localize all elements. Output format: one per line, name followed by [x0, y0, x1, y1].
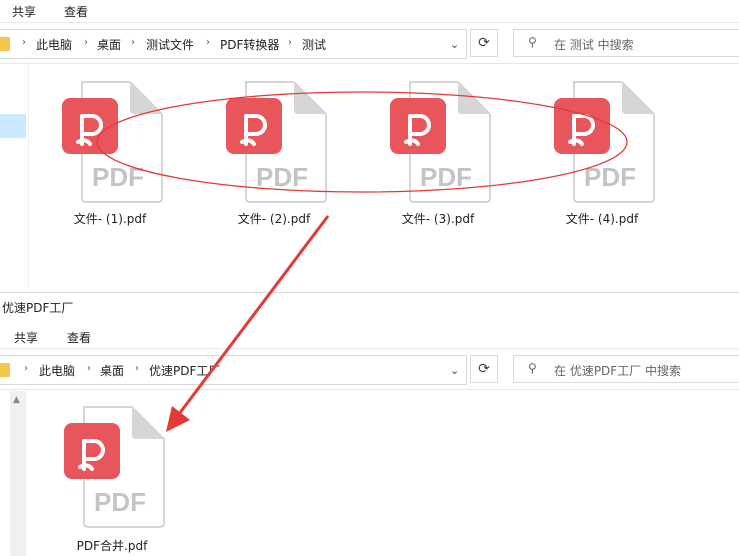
svg-text:PDF: PDF	[584, 162, 636, 192]
pdf-file-icon: PDF	[64, 406, 165, 528]
breadcrumb-separator-icon: ›	[84, 37, 88, 48]
address-bar[interactable]: › 此电脑 › 桌面 › 优速PDF工厂 ⌄	[0, 355, 467, 385]
breadcrumb-separator-icon: ›	[22, 37, 26, 48]
folder-icon	[0, 363, 10, 377]
file-item[interactable]: PDF 文件- (2).pdf	[214, 80, 334, 226]
pdf-file-icon: PDF	[62, 81, 163, 203]
pdf-file-icon: PDF	[554, 81, 655, 203]
breadcrumb-this-pc[interactable]: 此电脑	[39, 362, 75, 379]
breadcrumb-separator-icon: ›	[206, 37, 210, 48]
breadcrumb-separator-icon: ›	[288, 37, 292, 48]
address-row: › 此电脑 › 桌面 › 优速PDF工厂 ⌄ ⟳ ⚲ 在 优速PDF工厂 中搜索	[0, 348, 739, 390]
scrollbar[interactable]: ▲	[10, 391, 26, 556]
search-icon: ⚲	[528, 35, 537, 49]
svg-text:PDF: PDF	[256, 162, 308, 192]
breadcrumb-separator-icon: ›	[131, 37, 135, 48]
navigation-selected-item[interactable]	[0, 114, 26, 138]
ribbon-tab-view[interactable]: 查看	[67, 329, 91, 346]
svg-text:PDF: PDF	[94, 487, 146, 517]
search-placeholder: 在 优速PDF工厂 中搜索	[554, 364, 682, 378]
breadcrumb-desktop[interactable]: 桌面	[97, 36, 121, 53]
breadcrumb-desktop[interactable]: 桌面	[100, 362, 124, 379]
address-bar[interactable]: › 此电脑 › 桌面 › 测试文件 › PDF转换器 › 测试 ⌄	[0, 29, 467, 59]
breadcrumb-separator-icon: ›	[135, 363, 139, 374]
search-input[interactable]: ⚲ 在 优速PDF工厂 中搜索	[513, 355, 739, 383]
file-name: 文件- (3).pdf	[401, 212, 475, 226]
breadcrumb-separator-icon: ›	[24, 363, 28, 374]
file-item[interactable]: PDF 文件- (1).pdf	[50, 80, 170, 226]
search-placeholder: 在 测试 中搜索	[554, 38, 634, 52]
file-name: 文件- (2).pdf	[237, 212, 311, 226]
file-item[interactable]: PDF PDF合并.pdf	[52, 405, 172, 553]
ribbon-tab-view[interactable]: 查看	[64, 3, 88, 20]
refresh-button[interactable]: ⟳	[470, 29, 498, 57]
breadcrumb-pdf-converter[interactable]: PDF转换器	[220, 36, 279, 53]
window-title: 优速PDF工厂	[2, 301, 74, 315]
breadcrumb-this-pc[interactable]: 此电脑	[36, 36, 72, 53]
breadcrumb-test[interactable]: 测试	[302, 36, 326, 53]
ribbon-tabs: 共享 查看	[0, 326, 739, 348]
svg-text:PDF: PDF	[92, 162, 144, 192]
search-input[interactable]: ⚲ 在 测试 中搜索	[513, 29, 739, 57]
file-item[interactable]: PDF 文件- (4).pdf	[542, 80, 662, 226]
breadcrumb-separator-icon: ›	[87, 363, 91, 374]
address-row: › 此电脑 › 桌面 › 测试文件 › PDF转换器 › 测试 ⌄ ⟳ ⚲ 在 …	[0, 22, 739, 64]
svg-text:PDF: PDF	[420, 162, 472, 192]
folder-icon	[0, 37, 10, 51]
pdf-file-icon: PDF	[226, 81, 327, 203]
file-name: 文件- (4).pdf	[565, 212, 639, 226]
breadcrumb-yousu-pdf[interactable]: 优速PDF工厂	[149, 362, 220, 379]
chevron-down-icon[interactable]: ⌄	[450, 364, 459, 377]
pdf-file-icon: PDF	[390, 81, 491, 203]
search-icon: ⚲	[528, 361, 537, 375]
navigation-pane	[0, 62, 29, 288]
breadcrumb-test-files[interactable]: 测试文件	[146, 36, 194, 53]
file-name: 文件- (1).pdf	[73, 212, 147, 226]
file-name: PDF合并.pdf	[76, 539, 148, 553]
ribbon-tab-share[interactable]: 共享	[14, 329, 38, 346]
chevron-down-icon[interactable]: ⌄	[450, 38, 459, 51]
scroll-up-icon[interactable]: ▲	[13, 395, 20, 405]
refresh-button[interactable]: ⟳	[470, 355, 498, 383]
ribbon-tab-share[interactable]: 共享	[12, 3, 36, 20]
file-item[interactable]: PDF 文件- (3).pdf	[378, 80, 498, 226]
ribbon-tabs: 共享 查看	[0, 0, 739, 22]
